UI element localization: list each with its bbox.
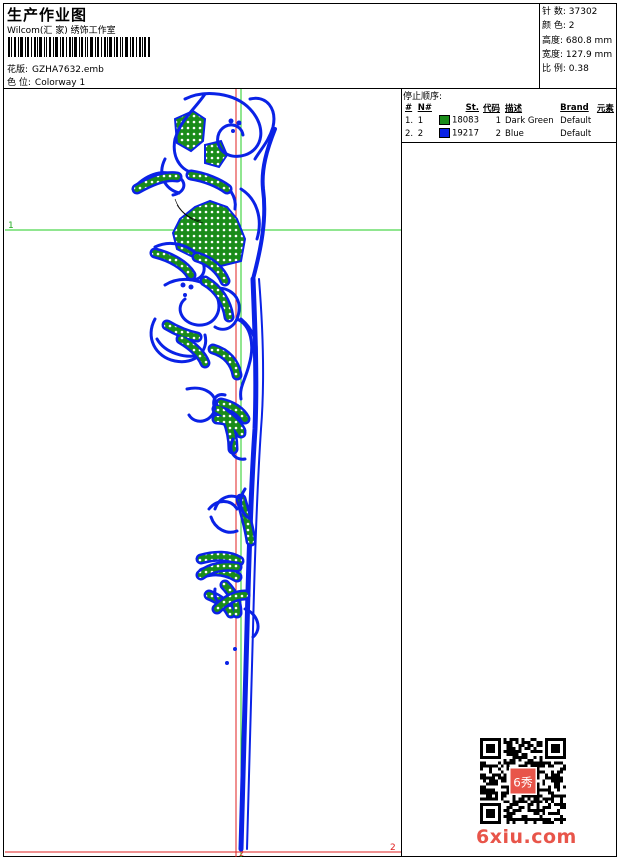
- panel-divider: [401, 88, 402, 857]
- design-file-value: GZHA7632.emb: [32, 65, 104, 75]
- col-element: 元素: [596, 103, 614, 114]
- stats-panel: 针 数: 37302 颜 色: 2 高度: 680.8 mm 宽度: 127.9…: [542, 5, 612, 76]
- col-index: #: [405, 102, 413, 113]
- design-file-label: 花版:: [7, 65, 29, 75]
- embroidery-design-canvas: 1 2 2: [5, 89, 401, 857]
- marker-1: 1: [8, 221, 14, 231]
- col-needle: N#: [417, 102, 432, 113]
- thread-row: 2. 2 19217 2 Blue Default: [405, 128, 592, 139]
- colorway-value: Colorway 1: [34, 78, 86, 88]
- stat-width: 宽度: 127.9 mm: [542, 49, 613, 60]
- col-description: 描述: [505, 103, 523, 114]
- col-brand: Brand: [560, 102, 589, 113]
- studio-name: Wilcom(汇 家) 绣饰工作室: [7, 26, 116, 36]
- thread-row: 1. 1 18083 1 Dark Green Default: [405, 115, 592, 126]
- table-divider: [401, 142, 617, 143]
- stat-scale: 比 例: 0.38: [542, 64, 589, 75]
- stat-colors: 颜 色: 2: [542, 21, 575, 32]
- thread-table: # N# St. 代码 描述 Brand 元素 1. 1 18083 1 Dar…: [403, 101, 617, 140]
- thread-swatch-green: [438, 115, 450, 126]
- col-stitches: St.: [465, 102, 479, 113]
- colorway-label: 色 位:: [7, 78, 31, 88]
- page-title: 生产作业图: [7, 6, 88, 24]
- design-file-row: 花版: GZHA7632.emb: [7, 62, 104, 75]
- barcode: [8, 37, 150, 57]
- col-code: 代码: [483, 103, 501, 114]
- marker-2-right: 2: [390, 843, 396, 853]
- seal-text: 6秀: [513, 775, 533, 789]
- stats-divider: [539, 3, 540, 88]
- stat-height: 高度: 680.8 mm: [542, 35, 613, 46]
- site-watermark: 6xiu.com: [476, 826, 577, 848]
- qr-code: 6秀: [480, 738, 566, 824]
- stat-stitches: 针 数: 37302: [542, 7, 598, 17]
- colorway-row: 色 位: Colorway 1: [7, 75, 85, 88]
- thread-table-header: # N# St. 代码 描述 Brand 元素: [403, 101, 617, 114]
- thread-swatch-blue: [438, 128, 450, 139]
